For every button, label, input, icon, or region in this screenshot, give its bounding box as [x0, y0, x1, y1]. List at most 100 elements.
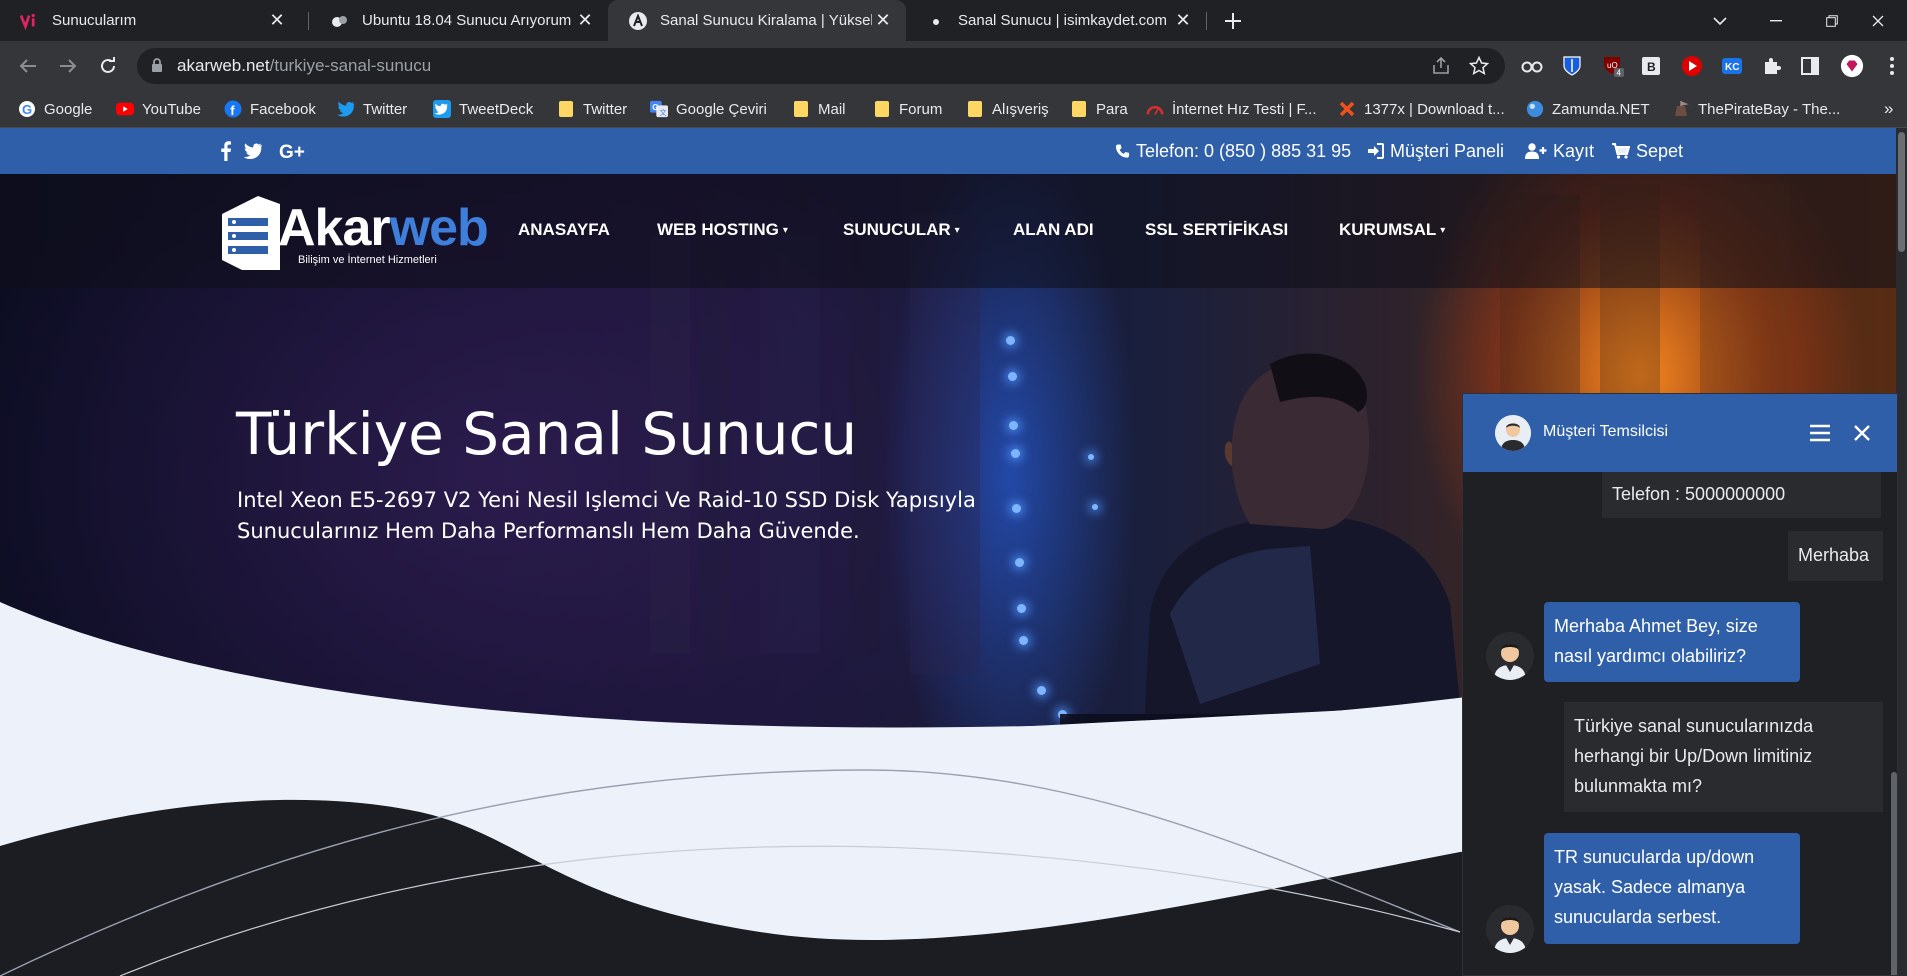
tab-sunucularim[interactable]: Sunucularım ✕: [0, 0, 300, 41]
nav-web-hosting[interactable]: WEB HOSTING ▾: [657, 220, 788, 240]
reader-glasses-icon[interactable]: [1520, 54, 1544, 78]
page-scrollbar-thumb[interactable]: [1898, 132, 1905, 252]
bookmark-folder-alisveris[interactable]: Alışveriş: [966, 91, 1049, 127]
bookmarks-overflow-button[interactable]: »: [1884, 91, 1893, 127]
bookmark-youtube[interactable]: YouTube: [116, 91, 201, 127]
url-host: akarweb.net: [177, 56, 270, 75]
bookmark-b-icon[interactable]: B: [1639, 54, 1663, 78]
bookmark-tweetdeck[interactable]: TweetDeck: [433, 91, 533, 127]
chat-header: Müşteri Temsilcisi: [1463, 394, 1897, 472]
tab-search-chevron-icon[interactable]: [1692, 0, 1748, 41]
ublock-icon[interactable]: uO 4: [1601, 54, 1625, 78]
svg-text:KC: KC: [1725, 62, 1739, 73]
star-icon[interactable]: [1468, 55, 1490, 76]
bitwarden-icon[interactable]: [1560, 54, 1584, 78]
forum-icon: [330, 11, 350, 31]
close-icon[interactable]: ✕: [1172, 10, 1194, 32]
nav-kurumsal[interactable]: KURUMSAL ▾: [1339, 220, 1445, 240]
bookmark-twitter[interactable]: Twitter: [337, 91, 407, 127]
twitter-icon[interactable]: [242, 140, 264, 162]
bookmark-folder-twitter[interactable]: Twitter: [557, 91, 627, 127]
nav-sunucular[interactable]: SUNUCULAR ▾: [843, 220, 960, 240]
google-plus-icon[interactable]: G+: [279, 140, 307, 162]
close-icon[interactable]: ✕: [872, 10, 894, 32]
reload-button[interactable]: [92, 50, 124, 82]
customer-panel-link[interactable]: Müşteri Paneli: [1367, 140, 1504, 162]
close-icon[interactable]: [1850, 421, 1874, 445]
new-tab-button[interactable]: [1219, 7, 1247, 35]
nav-anasayfa[interactable]: ANASAYFA: [518, 220, 610, 240]
agent-avatar: [1486, 632, 1534, 680]
close-icon[interactable]: ✕: [266, 10, 288, 32]
cart-link[interactable]: Sepet: [1612, 140, 1683, 162]
bookmark-label: Forum: [899, 100, 943, 118]
bookmark-google-translate[interactable]: G文 Google Çeviri: [650, 91, 767, 127]
svg-text:G: G: [22, 102, 32, 117]
tab-akarweb-active[interactable]: Sanal Sunucu Kiralama | Yüksek P ✕: [608, 0, 906, 41]
server-logo-icon: [222, 196, 280, 270]
tab-separator: [308, 12, 309, 30]
tab-title: Sanal Sunucu | isimkaydet.com: [958, 12, 1167, 29]
svg-text:B: B: [1647, 60, 1656, 74]
minimize-button[interactable]: [1748, 0, 1804, 41]
nav-ssl-sertifikasi[interactable]: SSL SERTİFİKASI: [1145, 220, 1288, 240]
nav-label: SSL SERTİFİKASI: [1145, 220, 1289, 239]
close-icon[interactable]: ✕: [574, 10, 596, 32]
forward-button[interactable]: [52, 50, 84, 82]
logo-subtitle: Bilişim ve İnternet Hizmetleri: [298, 254, 437, 266]
phone-link[interactable]: Telefon: 0 (850 ) 885 31 95: [1115, 140, 1351, 162]
user-plus-icon: [1525, 143, 1547, 159]
bookmark-folder-para[interactable]: Para: [1070, 91, 1128, 127]
message-line: yasak. Sadece almanya: [1554, 877, 1746, 897]
facebook-icon[interactable]: [214, 140, 236, 162]
hamburger-menu-icon[interactable]: [1808, 421, 1832, 445]
back-button[interactable]: [12, 50, 44, 82]
customer-panel-text: Müşteri Paneli: [1390, 140, 1505, 161]
phone-text: Telefon: 0 (850 ) 885 31 95: [1136, 140, 1352, 161]
chat-scrollbar[interactable]: [1891, 772, 1897, 975]
bookmark-google[interactable]: G Google: [18, 91, 92, 127]
youtube-extension-icon[interactable]: [1680, 54, 1704, 78]
extensions-puzzle-icon[interactable]: [1760, 54, 1784, 78]
bookmark-facebook[interactable]: f Facebook: [224, 91, 316, 127]
zamunda-icon: [1526, 100, 1544, 118]
agent-message: Merhaba Ahmet Bey, size nasıl yardımcı o…: [1544, 602, 1800, 682]
tab-isimkaydet[interactable]: Sanal Sunucu | isimkaydet.com ✕: [906, 0, 1206, 41]
bookmark-label: ThePirateBay - The...: [1698, 100, 1841, 118]
register-link[interactable]: Kayıt: [1525, 140, 1594, 162]
url-path: /turkiye-sanal-sunucu: [269, 56, 432, 75]
main-navigation: Akarweb Bilişim ve İnternet Hizmetleri A…: [0, 174, 1907, 288]
share-icon[interactable]: [1431, 56, 1451, 76]
nav-alan-adi[interactable]: ALAN ADI: [1013, 220, 1094, 240]
bookmark-folder-forum[interactable]: Forum: [873, 91, 942, 127]
bookmark-zamunda[interactable]: Zamunda.NET: [1526, 91, 1650, 127]
lock-icon[interactable]: [151, 58, 163, 78]
cart-text: Sepet: [1636, 140, 1684, 161]
bookmark-speedtest[interactable]: İnternet Hız Testi | F...: [1146, 91, 1317, 127]
akarweb-logo[interactable]: Akarweb Bilişim ve İnternet Hizmetleri: [220, 188, 489, 273]
message-line: nasıl yardımcı olabiliriz?: [1554, 646, 1747, 666]
chevron-down-icon: ▾: [954, 224, 960, 236]
google-icon: G: [18, 100, 36, 118]
bookmark-label: Zamunda.NET: [1552, 100, 1650, 118]
profile-avatar-icon[interactable]: [1840, 54, 1864, 78]
url-text[interactable]: akarweb.net/turkiye-sanal-sunucu: [177, 56, 431, 76]
bookmark-thepiratebay[interactable]: ThePirateBay - The...: [1672, 91, 1840, 127]
side-panel-icon[interactable]: [1798, 54, 1822, 78]
nav-label: WEB HOSTING: [657, 220, 779, 239]
message-line: Merhaba: [1798, 545, 1870, 565]
bookmark-label: YouTube: [142, 100, 201, 118]
message-line: Telefon : 5000000000: [1612, 484, 1786, 504]
close-window-button[interactable]: [1850, 0, 1906, 41]
message-line: herhangi bir Up/Down limitiniz: [1574, 746, 1813, 766]
bookmark-1377x[interactable]: 1377x | Download t...: [1338, 91, 1505, 127]
bookmark-folder-mail[interactable]: Mail: [792, 91, 846, 127]
chat-title: Müşteri Temsilcisi: [1543, 423, 1669, 440]
address-bar[interactable]: akarweb.net/turkiye-sanal-sunucu: [137, 48, 1505, 84]
nav-label: KURUMSAL: [1339, 220, 1437, 239]
bookmark-label: İnternet Hız Testi | F...: [1172, 100, 1317, 118]
more-menu-icon[interactable]: [1880, 54, 1904, 78]
tab-ubuntu[interactable]: Ubuntu 18.04 Sunucu Arıyorum T ✕: [310, 0, 608, 41]
logo-wordmark: Akarweb: [278, 198, 489, 258]
cc-extension-icon[interactable]: KC: [1720, 54, 1744, 78]
